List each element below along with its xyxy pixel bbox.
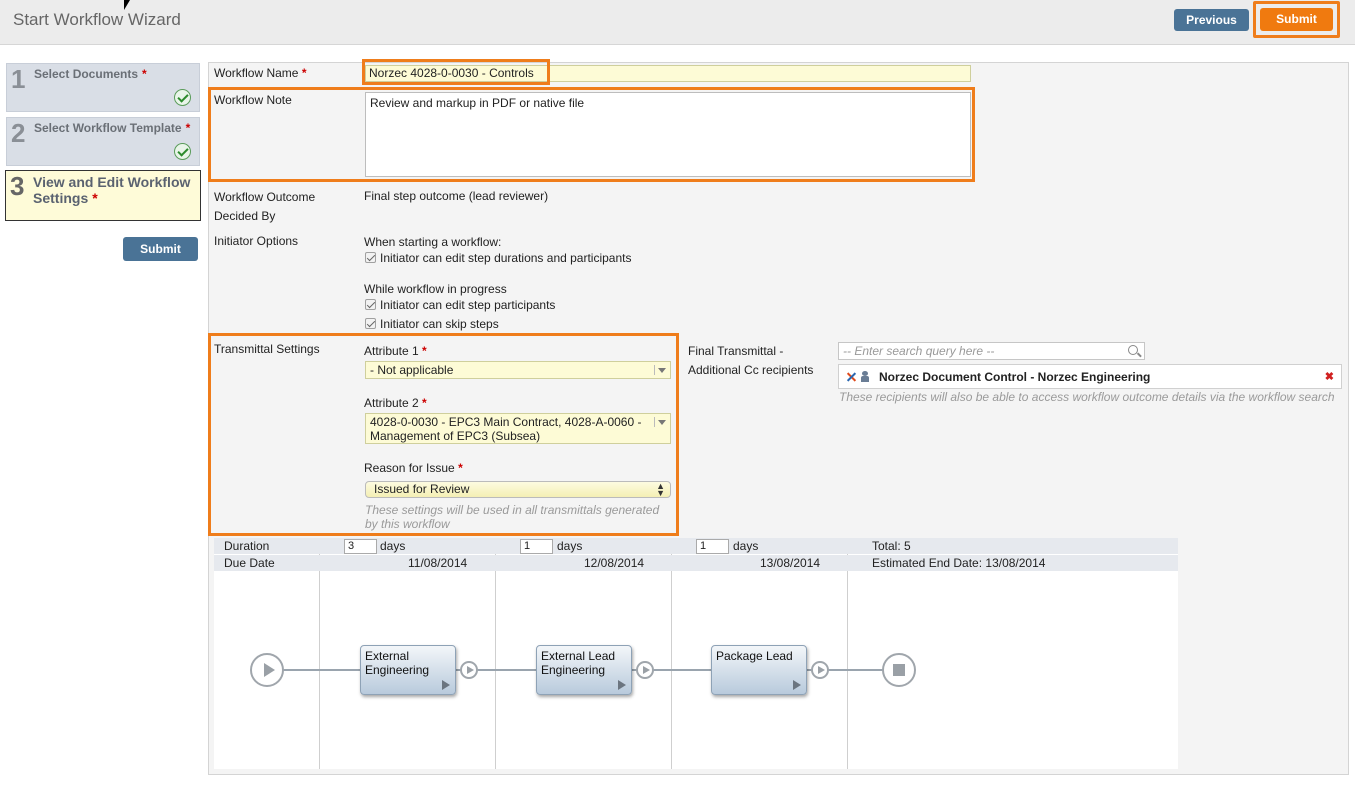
search-placeholder: -- Enter search query here -- (843, 344, 995, 358)
workflow-step-node[interactable]: External Lead Engineering (536, 645, 632, 695)
outcome-label: Workflow Outcome Decided By (214, 190, 316, 223)
when-starting-text: When starting a workflow: (364, 235, 502, 249)
step-select-documents[interactable]: 1 Select Documents * (6, 63, 200, 112)
step-number: 1 (11, 64, 26, 94)
step-transition-icon (460, 661, 478, 679)
step-number: 2 (11, 118, 26, 148)
step3-duration-input[interactable]: 1 (696, 539, 729, 554)
step1-duration-input[interactable]: 3 (344, 539, 377, 554)
previous-button[interactable]: Previous (1174, 9, 1249, 31)
sidebar-submit-button[interactable]: Submit (123, 237, 198, 261)
submit-button-highlight: Submit (1253, 1, 1340, 38)
step-label: Select Documents * (34, 67, 147, 81)
step-edit-settings[interactable]: 3 View and Edit Workflow Settings * (5, 170, 201, 221)
duration-label: Duration (224, 539, 270, 553)
workflow-step-node[interactable]: Package Lead (711, 645, 807, 695)
workflow-name-label: Workflow Name * (214, 66, 307, 80)
edit-participants-label: Initiator can edit step participants (380, 298, 556, 312)
user-icon (861, 371, 869, 382)
step2-due-date: 12/08/2014 (584, 556, 645, 570)
workflow-name-highlight (362, 59, 550, 85)
remove-recipient-icon[interactable]: ✖ (1325, 370, 1334, 383)
play-arrow-icon (618, 680, 626, 690)
while-in-progress-text: While workflow in progress (364, 282, 507, 296)
check-icon (174, 143, 191, 160)
check-icon (174, 89, 191, 106)
outcome-value: Final step outcome (lead reviewer) (364, 189, 549, 203)
days-label: days (380, 539, 406, 553)
play-arrow-icon (442, 680, 450, 690)
edit-durations-checkbox[interactable] (365, 252, 376, 263)
step-number: 3 (10, 171, 25, 201)
node-label: External Engineering (365, 649, 430, 677)
workflow-note-highlight (208, 87, 975, 182)
step-transition-icon (636, 661, 654, 679)
search-icon[interactable] (1128, 345, 1138, 355)
estimated-end-date: Estimated End Date: 13/08/2014 (872, 556, 1046, 570)
recipient-search-input[interactable]: -- Enter search query here -- (838, 342, 1145, 360)
due-date-label: Due Date (224, 556, 275, 570)
workflow-diagram: Duration 3 days 1 days 1 days Total: 5 D… (214, 538, 1178, 769)
step-transition-icon (811, 661, 829, 679)
step-label: Select Workflow Template * (34, 121, 191, 135)
days-label: days (733, 539, 759, 553)
node-label: Package Lead (716, 649, 793, 663)
cc-hint: These recipients will also be able to ac… (839, 390, 1335, 404)
workflow-step-node[interactable]: External Engineering (360, 645, 456, 695)
start-play-icon (250, 653, 284, 687)
page-title: Start Workflow Wizard (13, 10, 181, 29)
step1-due-date: 11/08/2014 (408, 556, 468, 570)
total-duration: Total: 5 (872, 539, 911, 553)
header-bar: Start Workflow Wizard Previous Submit (0, 0, 1355, 45)
recipient-item: Norzec Document Control - Norzec Enginee… (838, 364, 1342, 389)
cc-recipients-label: Final Transmittal - Additional Cc recipi… (688, 344, 814, 377)
initiator-options-label: Initiator Options (214, 234, 299, 248)
end-stop-icon (882, 653, 916, 687)
edit-durations-label: Initiator can edit step durations and pa… (380, 251, 632, 265)
transmittal-highlight (208, 333, 679, 536)
skip-steps-label: Initiator can skip steps (380, 317, 499, 331)
node-label: External Lead Engineering (541, 649, 616, 677)
company-logo-icon (846, 371, 857, 382)
edit-participants-checkbox[interactable] (365, 299, 376, 310)
step3-due-date: 13/08/2014 (760, 556, 821, 570)
skip-steps-checkbox[interactable] (365, 318, 376, 329)
mouse-pointer-icon (124, 0, 130, 10)
step-label: View and Edit Workflow Settings * (33, 174, 191, 206)
step2-duration-input[interactable]: 1 (520, 539, 553, 554)
play-arrow-icon (793, 680, 801, 690)
days-label: days (557, 539, 583, 553)
submit-button[interactable]: Submit (1260, 8, 1333, 31)
step-select-template[interactable]: 2 Select Workflow Template * (6, 117, 200, 166)
recipient-name: Norzec Document Control - Norzec Enginee… (879, 370, 1151, 384)
